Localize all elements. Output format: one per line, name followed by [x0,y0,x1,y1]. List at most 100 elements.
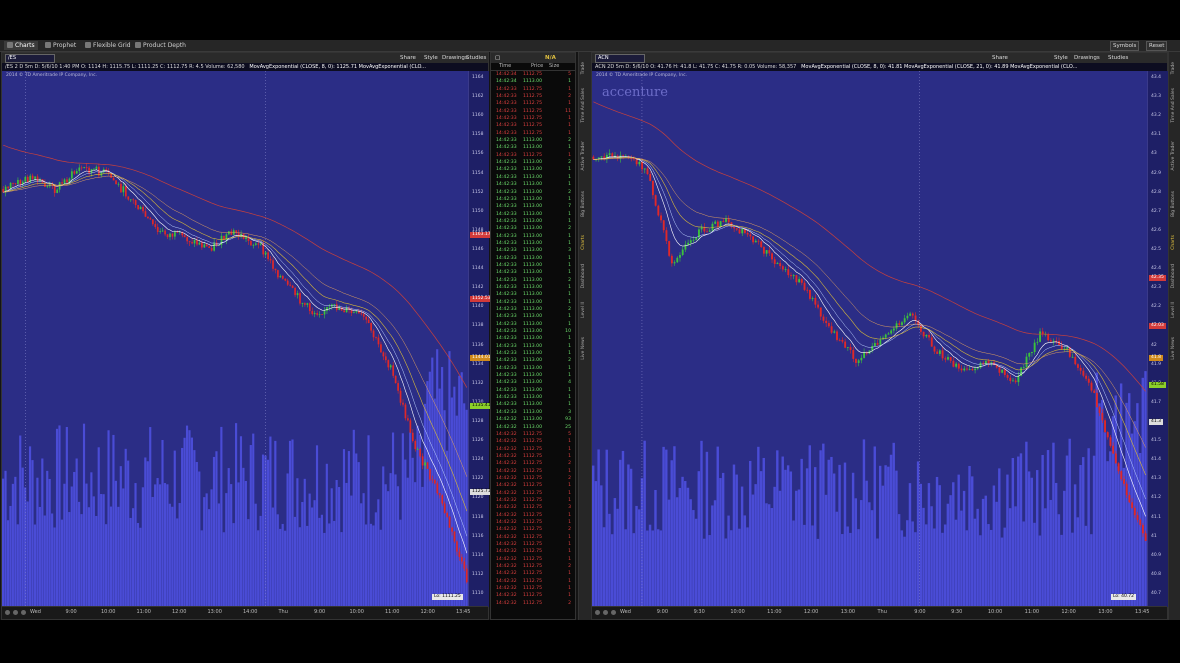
candle-body [61,182,63,184]
tab-product-depth[interactable]: Product Depth [132,41,189,50]
side-tab-dashboard[interactable]: Dashboard [1171,264,1179,288]
time-tick: 13:45 [1135,609,1150,615]
volume-bar [369,523,373,607]
tab-charts[interactable]: Charts [4,41,38,50]
zoom-out-button[interactable] [13,610,18,615]
symbol-input[interactable]: /ES [5,54,55,63]
candle-body [1098,407,1101,413]
style-button[interactable]: Style [1054,53,1068,63]
ts-time: 14:42:33 [496,255,517,261]
price-axis[interactable]: 43.4 43.3 43.2 43.1 43 42.9 42.8 42.7 42.6 42.5 42… [1147,71,1168,607]
volume-bar [102,494,105,607]
time-axis[interactable]: Wed 9:00 9:30 10:00 11:00 12:00 13:00 Thu 9:00 9:… [592,606,1167,619]
col-price[interactable]: Price [531,63,543,70]
candle-body [210,248,213,251]
price-tick: 1164 [472,75,484,80]
candle-body [1071,356,1074,358]
volume-bar [60,519,64,607]
price-tick: 1152 [472,189,484,195]
volume-bar [406,477,409,607]
volume-bar [592,465,595,607]
price-tick: 1158 [472,132,484,138]
ts-time: 14:42:33 [496,196,517,202]
volume-bar [656,529,660,607]
price-tick: 1118 [472,514,484,520]
side-tab-charts[interactable]: Charts [1171,235,1179,250]
side-tab-live-news[interactable]: Live News [1171,337,1179,360]
symbols-button[interactable]: Symbols [1110,41,1140,51]
volume-bar [1082,457,1085,607]
side-tab-trade[interactable]: Trade [581,62,589,74]
side-tab-big-buttons[interactable]: Big Buttons [1171,191,1179,217]
side-tab-level-ii[interactable]: Level II [1171,302,1179,318]
tab-flexible-grid[interactable]: Flexible Grid [82,41,134,50]
share-button[interactable]: Share [992,53,1008,63]
side-tab-charts[interactable]: Charts [581,235,589,250]
price-marker: 41.3 [1149,419,1164,426]
ts-row: 14:42:32 1112.75 1 [491,453,575,460]
volume-bar [965,530,969,607]
share-button[interactable]: Share [400,53,416,63]
ts-size: 1 [568,336,571,342]
volume-bar [908,483,912,607]
side-tab-live-news[interactable]: Live News [581,337,589,360]
zoom-out-button[interactable] [603,610,608,615]
volume-bar [379,529,382,607]
time-tick: 9:30 [951,609,963,615]
candle-body [66,179,68,183]
ts-time: 14:42:33 [496,284,517,290]
style-button[interactable]: Style [424,53,438,63]
ts-price: 1113.00 [523,174,542,180]
tab-prophet[interactable]: Prophet [42,41,79,50]
pan-button[interactable] [21,610,26,615]
ts-size: 1 [568,593,571,599]
candle-body [166,234,169,238]
ts-price: 1113.00 [523,351,542,357]
candle-body [154,224,157,228]
ts-price: 1113.00 [523,321,542,327]
ts-row: 14:42:32 1112.75 1 [491,490,575,497]
drawings-button[interactable]: Drawings [442,53,468,63]
time-axis[interactable]: Wed 9:00 10:00 11:00 12:00 13:00 14:00 Thu 9:00 1… [2,606,488,619]
volume-bar [124,448,127,607]
volume-bar [222,532,225,607]
symbol-input[interactable]: ACN [595,54,645,63]
candle-body [771,253,773,260]
ts-row: 14:42:33 1113.00 1 [491,394,575,401]
pan-button[interactable] [611,610,616,615]
side-tab-big-buttons[interactable]: Big Buttons [581,191,589,217]
candle-body [971,369,974,371]
reset-button[interactable]: Reset [1146,41,1168,51]
side-tab-time-and-sales[interactable]: Time And Sales [1171,88,1179,123]
volume-bar [350,495,353,607]
studies-button[interactable]: Studies [466,53,486,63]
price-chart[interactable]: 2014 © TD Ameritrade IP Company, Inc. 11… [2,71,493,607]
col-size[interactable]: Size [549,63,559,70]
side-tab-active-trader[interactable]: Active Trader [1171,141,1179,171]
ts-row: 14:42:33 1113.00 1 [491,350,575,357]
ts-row: 14:42:33 1113.00 1 [491,262,575,269]
zoom-in-button[interactable] [5,610,10,615]
volume-bar [873,446,876,607]
volume-bar [6,520,10,607]
candle-body [235,230,238,233]
zoom-in-button[interactable] [595,610,600,615]
side-tab-active-trader[interactable]: Active Trader [581,141,589,171]
side-tab-time-and-sales[interactable]: Time And Sales [581,88,589,123]
drawings-button[interactable]: Drawings [1074,53,1100,63]
col-time[interactable]: Time [499,63,511,70]
right-chart-panel: ACN Share Style Drawings Studies ACN 2D … [591,52,1168,620]
volume-bar [900,530,904,607]
volume-bar [232,523,235,607]
chart-toolbar: /ES Share Style Drawings Studies [2,53,488,63]
price-axis[interactable]: 1164 1162 1160 1158 1156 1154 1152 1150 1148 1146… [468,71,493,607]
studies-button[interactable]: Studies [1108,53,1128,63]
side-tab-level-ii[interactable]: Level II [581,302,589,318]
candle-body [752,236,755,243]
price-chart[interactable]: 2014 © TD Ameritrade IP Company, Inc. ac… [592,71,1168,607]
ts-size: 1 [568,218,571,224]
side-tab-trade[interactable]: Trade [1171,62,1179,74]
volume-bar [1027,471,1031,607]
ts-size: 1 [568,542,571,547]
side-tab-dashboard[interactable]: Dashboard [581,264,589,288]
